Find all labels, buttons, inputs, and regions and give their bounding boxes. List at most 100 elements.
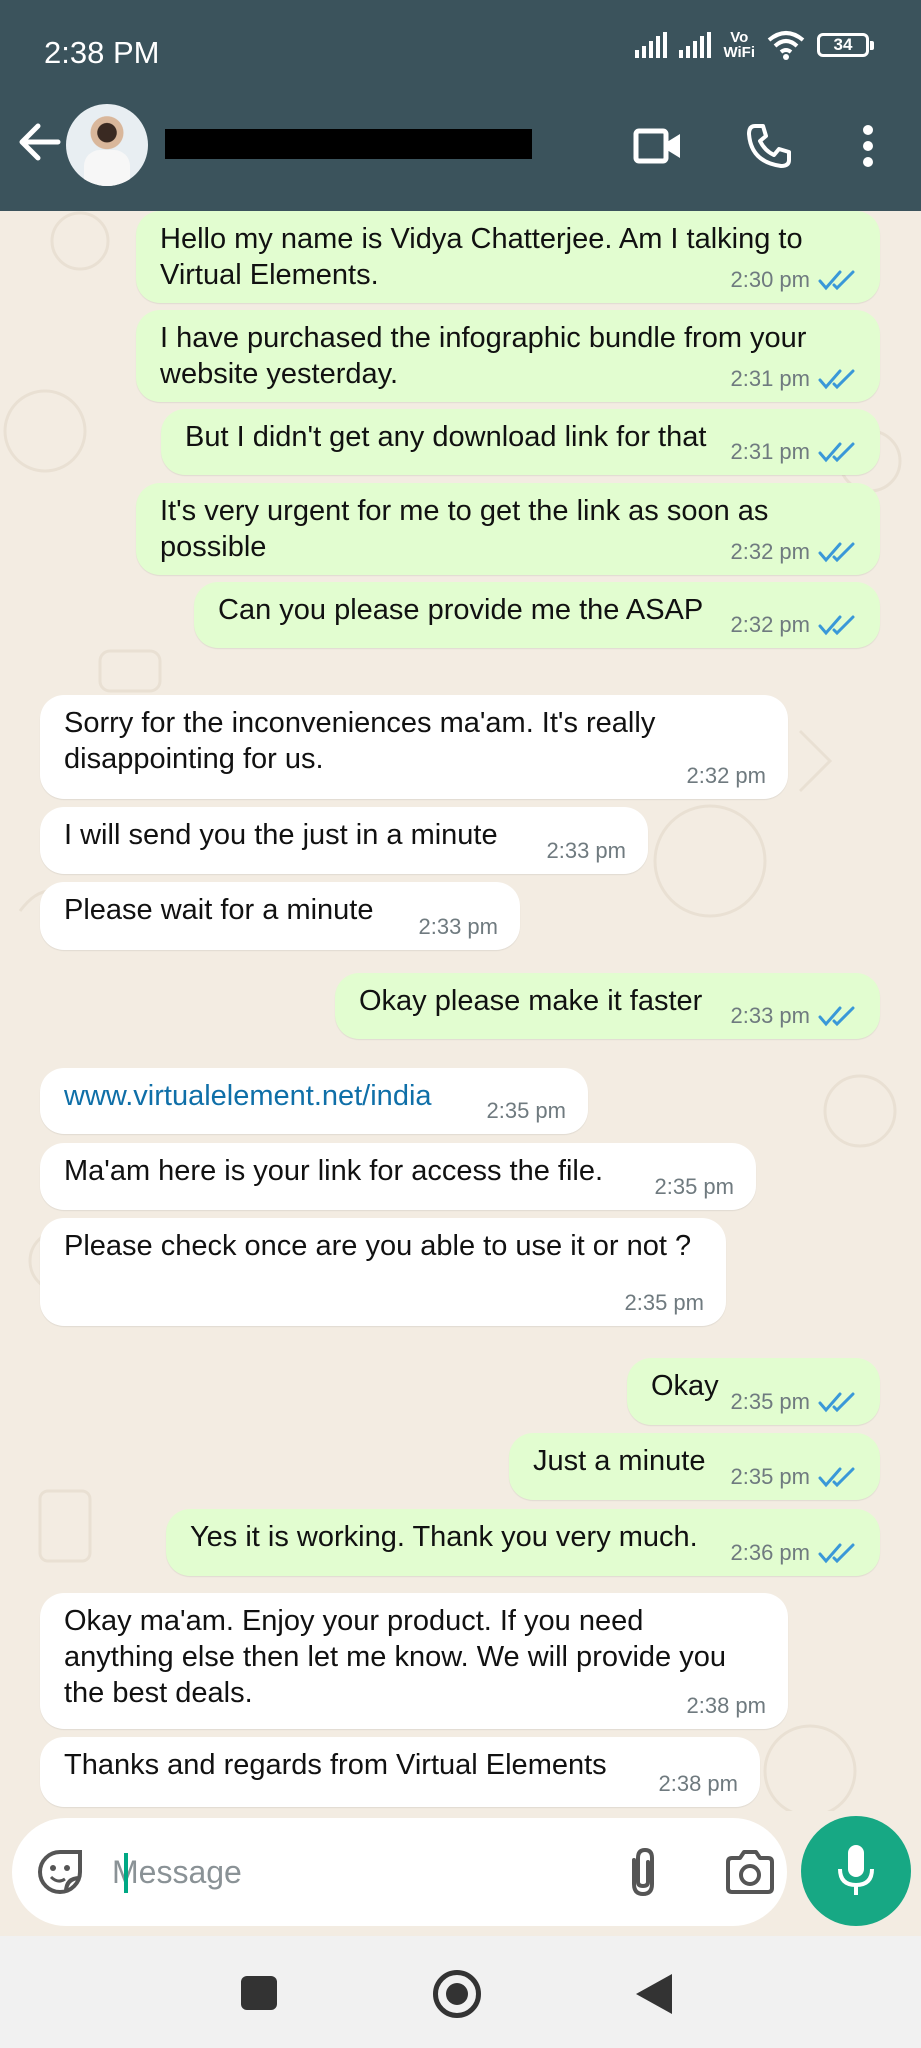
message-meta: 2:33 pm [419,914,499,940]
incoming-message[interactable]: Sorry for the inconveniences ma'am. It's… [40,695,788,799]
recents-square-icon[interactable] [241,1976,277,2010]
message-meta: 2:38 pm [659,1771,739,1797]
message-text: website yesterday. [160,358,399,390]
message-meta: 2:33 pm [731,1003,859,1029]
message-text: Okay please make it faster [359,985,703,1017]
outgoing-message[interactable]: Yes it is working. Thank you very much. 2… [166,1509,880,1576]
outgoing-message[interactable]: Okay 2:35 pm [627,1358,880,1425]
message-meta: 2:35 pm [487,1098,567,1124]
microphone-icon [838,1845,874,1895]
outgoing-message[interactable]: Can you please provide me the ASAP 2:32 p… [194,582,880,648]
incoming-message[interactable]: Please check once are you able to use it… [40,1218,726,1326]
vowifi-top: Vo [730,29,749,46]
arrow-left-icon[interactable] [18,120,62,164]
message-meta: 2:31 pm [731,439,859,465]
double-check-icon [818,369,855,390]
double-check-icon [818,615,855,636]
wifi-icon [767,31,805,60]
outgoing-message[interactable]: But I didn't get any download link for t… [161,409,880,475]
message-time: 2:35 pm [730,1464,811,1489]
message-text: anything else then let me know. We will … [64,1641,726,1673]
message-link[interactable]: www.virtualelement.net/india [64,1078,432,1114]
vowifi-icon: Vo WiFi [723,30,755,60]
message-meta: 2:31 pm [731,366,859,392]
message-text: Ma'am here is your link for access the f… [64,1155,604,1187]
message-text: Hello my name is Vidya Chatterjee. Am I … [160,223,803,255]
status-time: 2:38 PM [44,35,160,70]
home-circle-icon[interactable] [433,1970,481,2018]
incoming-message[interactable]: I will send you the just in a minute 2:33… [40,807,648,874]
message-meta: 2:33 pm [547,838,627,864]
message-time: 2:36 pm [730,1540,811,1565]
more-options-button[interactable] [842,118,894,174]
voice-call-button[interactable] [741,118,797,174]
message-time: 2:32 pm [686,763,767,788]
message-time: 2:30 pm [730,267,811,292]
incoming-message[interactable]: www.virtualelement.net/india 2:35 pm [40,1068,588,1134]
incoming-message[interactable]: Please wait for a minute 2:33 pm [40,882,520,950]
message-text: I will send you the just in a minute [64,819,498,851]
back-triangle-icon[interactable] [636,1974,672,2014]
message-text: Can you please provide me the ASAP [218,594,704,626]
message-input[interactable] [112,1844,592,1900]
incoming-message[interactable]: Thanks and regards from Virtual Elements… [40,1737,760,1807]
double-check-icon [818,1392,855,1413]
phone-icon [747,124,791,168]
outgoing-message[interactable]: Okay please make it faster 2:33 pm [335,973,880,1039]
message-time: 2:33 pm [418,914,499,939]
message-text: possible [160,531,267,563]
message-text: I have purchased the infographic bundle … [160,322,807,354]
message-meta: 2:35 pm [731,1389,859,1415]
chat-header: 2:38 PM Vo WiFi 34 [0,0,921,211]
video-call-button[interactable] [630,118,686,174]
message-text: It's very urgent for me to get the link … [160,495,769,527]
status-icons: Vo WiFi 34 [635,30,874,60]
double-check-icon [818,442,855,463]
outgoing-message[interactable]: Hello my name is Vidya Chatterjee. Am I … [136,211,880,303]
contact-name-redacted[interactable] [165,129,532,159]
outgoing-message[interactable]: I have purchased the infographic bundle … [136,310,880,402]
double-check-icon [818,542,855,563]
message-meta: 2:32 pm [687,763,767,789]
camera-icon[interactable] [724,1848,776,1896]
message-time: 2:38 pm [658,1771,739,1796]
double-check-icon [818,270,855,291]
battery-icon: 34 [817,33,874,57]
double-check-icon [818,1467,855,1488]
double-check-icon [818,1543,855,1564]
message-time: 2:38 pm [686,1693,767,1718]
incoming-message[interactable]: Okay ma'am. Enjoy your product. If you n… [40,1593,788,1729]
message-list[interactable]: Hello my name is Vidya Chatterjee. Am I … [0,211,921,1811]
signal-2-icon [679,32,712,58]
message-text: Sorry for the inconveniences ma'am. It's… [64,707,656,739]
paperclip-icon[interactable] [618,1846,668,1898]
incoming-message[interactable]: Ma'am here is your link for access the f… [40,1143,756,1210]
message-time: 2:35 pm [730,1389,811,1414]
sticker-icon[interactable] [36,1848,84,1896]
voice-message-button[interactable] [801,1816,911,1926]
message-meta: 2:35 pm [731,1464,859,1490]
message-text: But I didn't get any download link for t… [185,421,707,453]
message-text: Okay ma'am. Enjoy your product. If you n… [64,1605,644,1637]
message-time: 2:33 pm [730,1003,811,1028]
message-meta: 2:35 pm [625,1290,705,1316]
message-time: 2:32 pm [730,612,811,637]
avatar[interactable] [66,104,148,186]
double-check-icon [818,1006,855,1027]
message-meta: 2:30 pm [731,267,859,293]
text-cursor [124,1853,128,1893]
message-text: Virtual Elements. [160,259,379,291]
message-text: Please wait for a minute [64,894,374,926]
outgoing-message[interactable]: Just a minute 2:35 pm [509,1433,880,1500]
message-meta: 2:38 pm [687,1693,767,1719]
message-time: 2:32 pm [730,539,811,564]
message-time: 2:31 pm [730,366,811,391]
message-time: 2:35 pm [624,1290,705,1315]
message-text: disappointing for us. [64,743,324,775]
message-time: 2:35 pm [654,1174,735,1199]
message-text: Yes it is working. Thank you very much. [190,1521,698,1553]
signal-1-icon [635,32,668,58]
outgoing-message[interactable]: It's very urgent for me to get the link … [136,483,880,575]
message-text: Okay [651,1370,719,1402]
message-meta: 2:35 pm [655,1174,735,1200]
